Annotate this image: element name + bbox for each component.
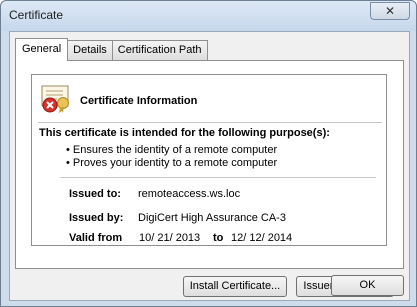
tab-certification-path[interactable]: Certification Path	[111, 40, 208, 61]
issued-by-value: DigiCert High Assurance CA-3	[138, 212, 286, 224]
dialog-body: General Details Certification Path Certi…	[9, 31, 410, 301]
certificate-info-box: Certificate Information This certificate…	[31, 74, 387, 246]
tab-strip: General Details Certification Path	[15, 38, 208, 61]
title-bar[interactable]: Certificate ✕	[1, 1, 416, 31]
cert-header: Certificate Information	[32, 75, 386, 122]
certificate-dialog: Certificate ✕ General Details Certificat…	[0, 0, 417, 307]
install-certificate-button[interactable]: Install Certificate...	[183, 276, 287, 297]
purpose-list: Ensures the identity of a remote compute…	[66, 144, 277, 170]
issued-to-label: Issued to:	[69, 188, 121, 200]
close-button[interactable]: ✕	[370, 2, 410, 20]
valid-from-label: Valid from	[69, 232, 123, 244]
tab-general[interactable]: General	[15, 38, 69, 61]
tab-details[interactable]: Details	[67, 40, 113, 61]
divider	[60, 177, 376, 178]
issued-to-value: remoteaccess.ws.loc	[138, 188, 241, 200]
certificate-information-title: Certificate Information	[80, 95, 198, 107]
general-tab-panel: Certificate Information This certificate…	[15, 60, 404, 297]
valid-from-value: 10/ 21/ 2013	[139, 232, 201, 244]
purpose-item: Proves your identity to a remote compute…	[66, 157, 277, 170]
close-icon: ✕	[384, 4, 396, 18]
certificate-error-icon	[41, 85, 73, 118]
purpose-item: Ensures the identity of a remote compute…	[66, 144, 277, 157]
valid-to-label: to	[213, 232, 224, 244]
window-title: Certificate	[9, 8, 64, 22]
issued-by-label: Issued by:	[69, 212, 124, 224]
valid-to-value: 12/ 12/ 2014	[231, 232, 293, 244]
divider	[38, 122, 382, 123]
purpose-heading: This certificate is intended for the fol…	[39, 127, 330, 139]
ok-button[interactable]: OK	[331, 275, 404, 296]
